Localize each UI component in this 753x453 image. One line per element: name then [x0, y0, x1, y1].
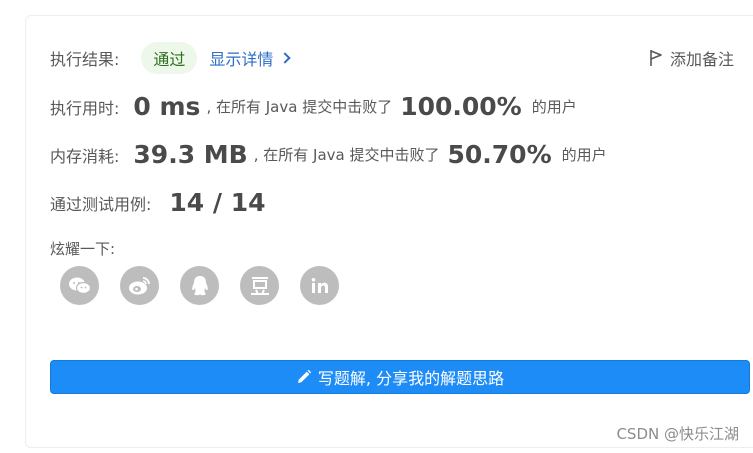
status-badge: 通过 [141, 42, 198, 74]
watermark: CSDN @快乐江湖 [616, 425, 739, 443]
qq-icon[interactable] [180, 266, 219, 305]
runtime-suffix: 的用户 [531, 98, 577, 116]
wechat-icon[interactable] [60, 266, 99, 305]
testcases-label: 通过测试用例: [50, 194, 152, 214]
memory-row: 内存消耗: 39.3 MB , 在所有 Java 提交中击败了 50.70% 的… [50, 140, 607, 169]
memory-value: 39.3 MB [133, 140, 248, 169]
douban-icon[interactable] [240, 266, 279, 305]
show-details-link[interactable]: 显示详情 [209, 46, 292, 70]
flag-icon [650, 50, 662, 66]
runtime-value: 0 ms [133, 92, 201, 121]
runtime-percent: 100.00% [400, 92, 522, 121]
submission-result-card: 执行结果: 通过 显示详情 添加备注 执行用时: 0 ms , 在所有 Java… [25, 15, 753, 448]
write-solution-label: 写题解, 分享我的解题思路 [317, 369, 505, 388]
share-label: 炫耀一下: [50, 240, 116, 258]
memory-beat-text: , 在所有 Java 提交中击败了 [253, 146, 440, 164]
share-buttons [60, 266, 339, 305]
add-note-button[interactable]: 添加备注 [648, 46, 734, 70]
testcases-value: 14 / 14 [169, 188, 266, 217]
show-details-label: 显示详情 [209, 50, 274, 69]
linkedin-icon[interactable] [300, 266, 339, 305]
runtime-row: 执行用时: 0 ms , 在所有 Java 提交中击败了 100.00% 的用户 [50, 92, 577, 121]
result-row: 执行结果: 通过 显示详情 [50, 42, 292, 74]
chevron-right-icon [279, 52, 292, 64]
write-solution-button[interactable]: 写题解, 分享我的解题思路 [50, 360, 750, 394]
add-note-label: 添加备注 [669, 50, 734, 69]
runtime-label: 执行用时: [50, 98, 120, 118]
runtime-beat-text: , 在所有 Java 提交中击败了 [206, 98, 393, 116]
testcases-row: 通过测试用例: 14 / 14 [50, 188, 266, 217]
result-label: 执行结果: [50, 50, 120, 69]
pencil-icon [297, 369, 312, 383]
weibo-icon[interactable] [120, 266, 159, 305]
memory-percent: 50.70% [447, 140, 552, 169]
memory-suffix: 的用户 [561, 146, 607, 164]
memory-label: 内存消耗: [50, 146, 120, 166]
